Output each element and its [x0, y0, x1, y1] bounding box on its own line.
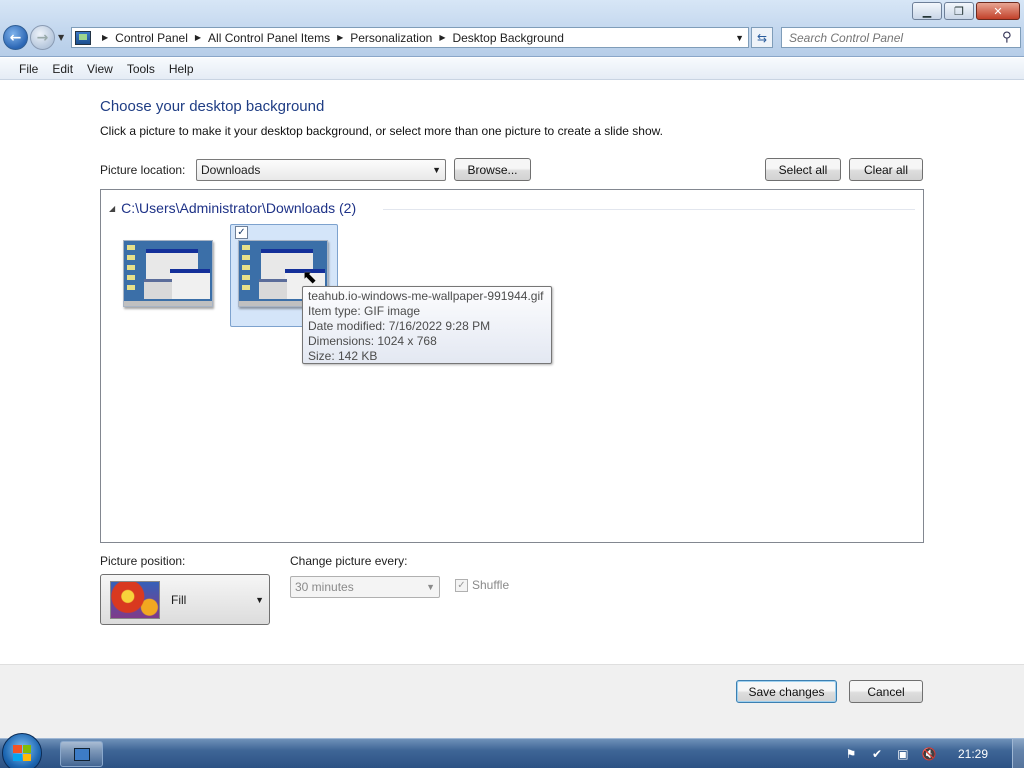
control-panel-icon: [73, 747, 90, 761]
tooltip-date-modified: Date modified: 7/16/2022 9:28 PM: [308, 319, 491, 333]
breadcrumb-separator-icon[interactable]: ▶: [195, 33, 201, 42]
change-interval-dropdown: 30 minutes ▼: [290, 576, 440, 598]
picture-location-label: Picture location:: [100, 163, 186, 177]
chevron-down-icon: ▼: [255, 594, 264, 605]
shuffle-check-icon: ✓: [455, 578, 468, 592]
address-dropdown-icon[interactable]: ▼: [735, 33, 744, 43]
menu-bar: File Edit View Tools Help: [0, 58, 1024, 80]
tooltip-dimensions: Dimensions: 1024 x 768: [308, 334, 437, 348]
close-icon: ✕: [993, 4, 1003, 18]
windows-logo-icon: [13, 745, 31, 761]
back-button[interactable]: ←: [3, 25, 28, 50]
navigation-buttons: ← → ▼: [3, 25, 64, 50]
mouse-cursor-icon: ⬉: [302, 267, 318, 288]
tooltip-filename: teahub.io-windows-me-wallpaper-991944.gi…: [308, 289, 544, 303]
change-picture-label: Change picture every:: [290, 554, 408, 568]
restore-icon: ❐: [954, 4, 964, 18]
taskbar-control-panel-button[interactable]: [60, 741, 103, 767]
minimize-icon: ▁: [922, 4, 932, 18]
select-all-button[interactable]: Select all: [765, 158, 841, 181]
menu-tools[interactable]: Tools: [120, 62, 162, 76]
picture-location-dropdown[interactable]: Downloads ▼: [196, 159, 446, 181]
shuffle-checkbox: ✓ Shuffle: [455, 578, 509, 592]
breadcrumb-control-panel[interactable]: Control Panel: [115, 31, 188, 45]
selected-checkbox[interactable]: ✓: [235, 226, 248, 239]
address-bar[interactable]: ▶ Control Panel ▶ All Control Panel Item…: [71, 27, 749, 48]
close-button[interactable]: ✕: [976, 2, 1020, 20]
picture-location-value: Downloads: [201, 163, 261, 177]
browse-button[interactable]: Browse...: [454, 158, 531, 181]
volume-muted-icon[interactable]: 🔇: [920, 746, 938, 762]
security-shield-icon[interactable]: ✔: [868, 746, 886, 762]
search-box[interactable]: ⚲: [781, 27, 1021, 48]
picture-position-dropdown[interactable]: Fill ▼: [100, 574, 270, 625]
file-info-tooltip: teahub.io-windows-me-wallpaper-991944.gi…: [302, 286, 552, 364]
shuffle-label: Shuffle: [472, 578, 510, 592]
refresh-button[interactable]: ⇆: [751, 27, 773, 48]
refresh-icon: ⇆: [756, 30, 768, 45]
cancel-button[interactable]: Cancel: [849, 680, 923, 703]
breadcrumb-all-items[interactable]: All Control Panel Items: [208, 31, 330, 45]
chevron-down-icon: ▼: [432, 165, 441, 175]
dialog-footer: Save changes Cancel: [0, 664, 1024, 716]
page-subtitle: Click a picture to make it your desktop …: [100, 124, 663, 138]
picture-gallery[interactable]: ◢ C:\Users\Administrator\Downloads (2) ✓: [100, 189, 924, 543]
forward-button[interactable]: →: [30, 25, 55, 50]
forward-arrow-icon: →: [36, 29, 49, 46]
wallpaper-thumbnail-1[interactable]: [111, 225, 219, 328]
menu-view[interactable]: View: [80, 62, 120, 76]
window-controls: ▁ ❐ ✕: [912, 2, 1020, 20]
menu-edit[interactable]: Edit: [45, 62, 80, 76]
tooltip-size: Size: 142 KB: [308, 349, 378, 363]
breadcrumb-desktop-background[interactable]: Desktop Background: [452, 31, 563, 45]
collapse-triangle-icon[interactable]: ◢: [109, 204, 115, 213]
taskbar: ⚑ ✔ ▣ 🔇 21:29: [0, 733, 1024, 768]
menu-file[interactable]: File: [12, 62, 45, 76]
clear-all-button[interactable]: Clear all: [849, 158, 923, 181]
breadcrumb-separator-icon[interactable]: ▶: [337, 33, 343, 42]
breadcrumb-personalization[interactable]: Personalization: [350, 31, 432, 45]
clock[interactable]: 21:29: [958, 747, 988, 761]
search-icon[interactable]: ⚲: [1002, 30, 1020, 45]
position-preview-image: [110, 580, 160, 619]
back-arrow-icon: ←: [9, 29, 22, 46]
search-input[interactable]: [782, 30, 1002, 45]
breadcrumb-separator-icon[interactable]: ▶: [439, 33, 445, 42]
group-divider: [383, 209, 915, 210]
menu-help[interactable]: Help: [162, 62, 201, 76]
start-button[interactable]: [2, 733, 42, 768]
show-desktop-button[interactable]: [1012, 739, 1024, 768]
recent-pages-dropdown-icon[interactable]: ▼: [58, 33, 64, 42]
wallpaper-image: [123, 240, 213, 307]
folder-group-title: C:\Users\Administrator\Downloads (2): [121, 200, 357, 216]
main-content: Choose your desktop background Click a p…: [0, 81, 1024, 663]
window-titlebar: ▁ ❐ ✕ ← → ▼ ▶ Control Panel ▶ All Contro…: [0, 0, 1024, 57]
breadcrumb-separator-icon[interactable]: ▶: [102, 33, 108, 42]
system-tray: ⚑ ✔ ▣ 🔇 21:29: [842, 739, 1024, 768]
change-interval-value: 30 minutes: [295, 580, 354, 594]
control-panel-icon: [75, 30, 91, 45]
folder-group-header[interactable]: ◢ C:\Users\Administrator\Downloads (2): [109, 200, 356, 216]
save-changes-button[interactable]: Save changes: [736, 680, 837, 703]
minimize-button[interactable]: ▁: [912, 2, 942, 20]
action-center-icon[interactable]: ⚑: [842, 746, 860, 762]
chevron-down-icon: ▼: [426, 582, 435, 592]
tooltip-item-type: Item type: GIF image: [308, 304, 421, 318]
picture-position-label: Picture position:: [100, 554, 186, 568]
maximize-button[interactable]: ❐: [944, 2, 974, 20]
page-title: Choose your desktop background: [100, 98, 325, 115]
picture-position-value: Fill: [171, 592, 187, 607]
status-strip: [0, 716, 1024, 738]
network-icon[interactable]: ▣: [894, 746, 912, 762]
